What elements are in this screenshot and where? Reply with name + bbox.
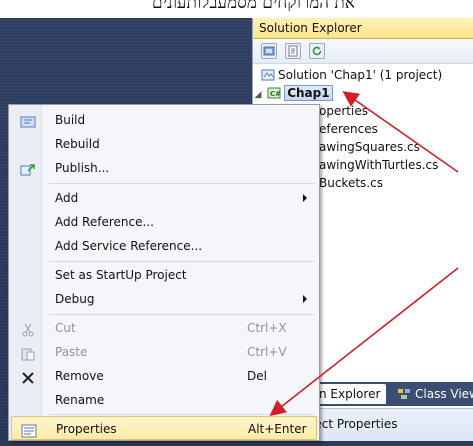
properties-icon [21,422,37,438]
menu-item-label: Cut [55,321,76,335]
menu-separator [49,183,315,184]
menu-item-label: Rebuild [55,137,100,151]
solution-explorer-title: Solution Explorer [253,18,473,39]
refresh-icon[interactable] [309,43,325,59]
top-banner: את המרוקחים מסמעבלותעונים [0,0,473,18]
menu-separator [49,261,315,262]
menu-item-label: Set as StartUp Project [55,268,187,282]
menu-item-paste[interactable]: Paste Ctrl+V [11,340,317,364]
tree-project-node[interactable]: ◢ C# Chap1 [253,84,473,102]
menu-item-label: Add Reference... [55,215,154,229]
tree-solution-node[interactable]: Solution 'Chap1' (1 project) [253,66,473,84]
submenu-arrow-icon [303,295,307,303]
svg-text:C#: C# [270,90,281,98]
menu-shortcut: Del [247,369,267,383]
menu-item-rename[interactable]: Rename [11,388,317,412]
paste-icon [20,345,36,361]
submenu-arrow-icon [303,194,307,202]
menu-item-build[interactable]: Build [11,108,317,132]
class-view-icon [397,386,411,399]
menu-item-label: Build [55,113,86,127]
menu-item-debug[interactable]: Debug [11,287,317,311]
properties-toolbar-icon[interactable] [285,43,301,59]
menu-item-publish[interactable]: Publish... [11,156,317,180]
menu-item-properties[interactable]: Properties Alt+Enter [11,416,317,440]
menu-shortcut: Alt+Enter [248,422,307,436]
menu-item-label: Paste [55,345,88,359]
banner-text: את המרוקחים מסמעבלותעונים [151,0,355,13]
solution-explorer-toolbar [253,39,473,64]
menu-item-remove[interactable]: Remove Del [11,364,317,388]
csharp-project-icon: C# [267,86,281,99]
menu-separator [49,314,315,315]
menu-item-set-startup[interactable]: Set as StartUp Project [11,263,317,287]
build-icon [20,113,36,128]
menu-shortcut: Ctrl+V [247,345,287,359]
menu-item-cut[interactable]: Cut Ctrl+X [11,316,317,340]
menu-item-rebuild[interactable]: Rebuild [11,132,317,156]
project-label: Chap1 [284,85,333,101]
project-context-menu: Build Rebuild Publish... Add Add Referen… [8,104,320,441]
tab-class-view[interactable]: Class View [391,384,473,404]
menu-item-add-reference[interactable]: Add Reference... [11,210,317,234]
menu-item-label: Properties [56,422,117,436]
solution-label: Solution 'Chap1' (1 project) [278,68,443,82]
menu-item-label: Add Service Reference... [55,239,203,253]
show-all-files-icon[interactable] [261,43,277,59]
menu-item-add[interactable]: Add [11,186,317,210]
menu-item-label: Debug [55,292,95,306]
tab-solution-explorer[interactable]: n Explorer [313,384,387,404]
class-view-label: Class View [415,387,473,401]
menu-separator [49,414,315,415]
menu-item-label: Add [55,191,79,205]
menu-shortcut: Ctrl+X [247,321,287,335]
menu-item-label: Publish... [55,161,110,175]
cut-icon [20,321,36,337]
remove-icon [20,369,36,384]
menu-item-add-service-reference[interactable]: Add Service Reference... [11,234,317,258]
solution-icon [261,68,275,81]
menu-item-label: Remove [55,369,104,383]
menu-item-label: Rename [55,393,105,407]
publish-icon [20,161,36,176]
